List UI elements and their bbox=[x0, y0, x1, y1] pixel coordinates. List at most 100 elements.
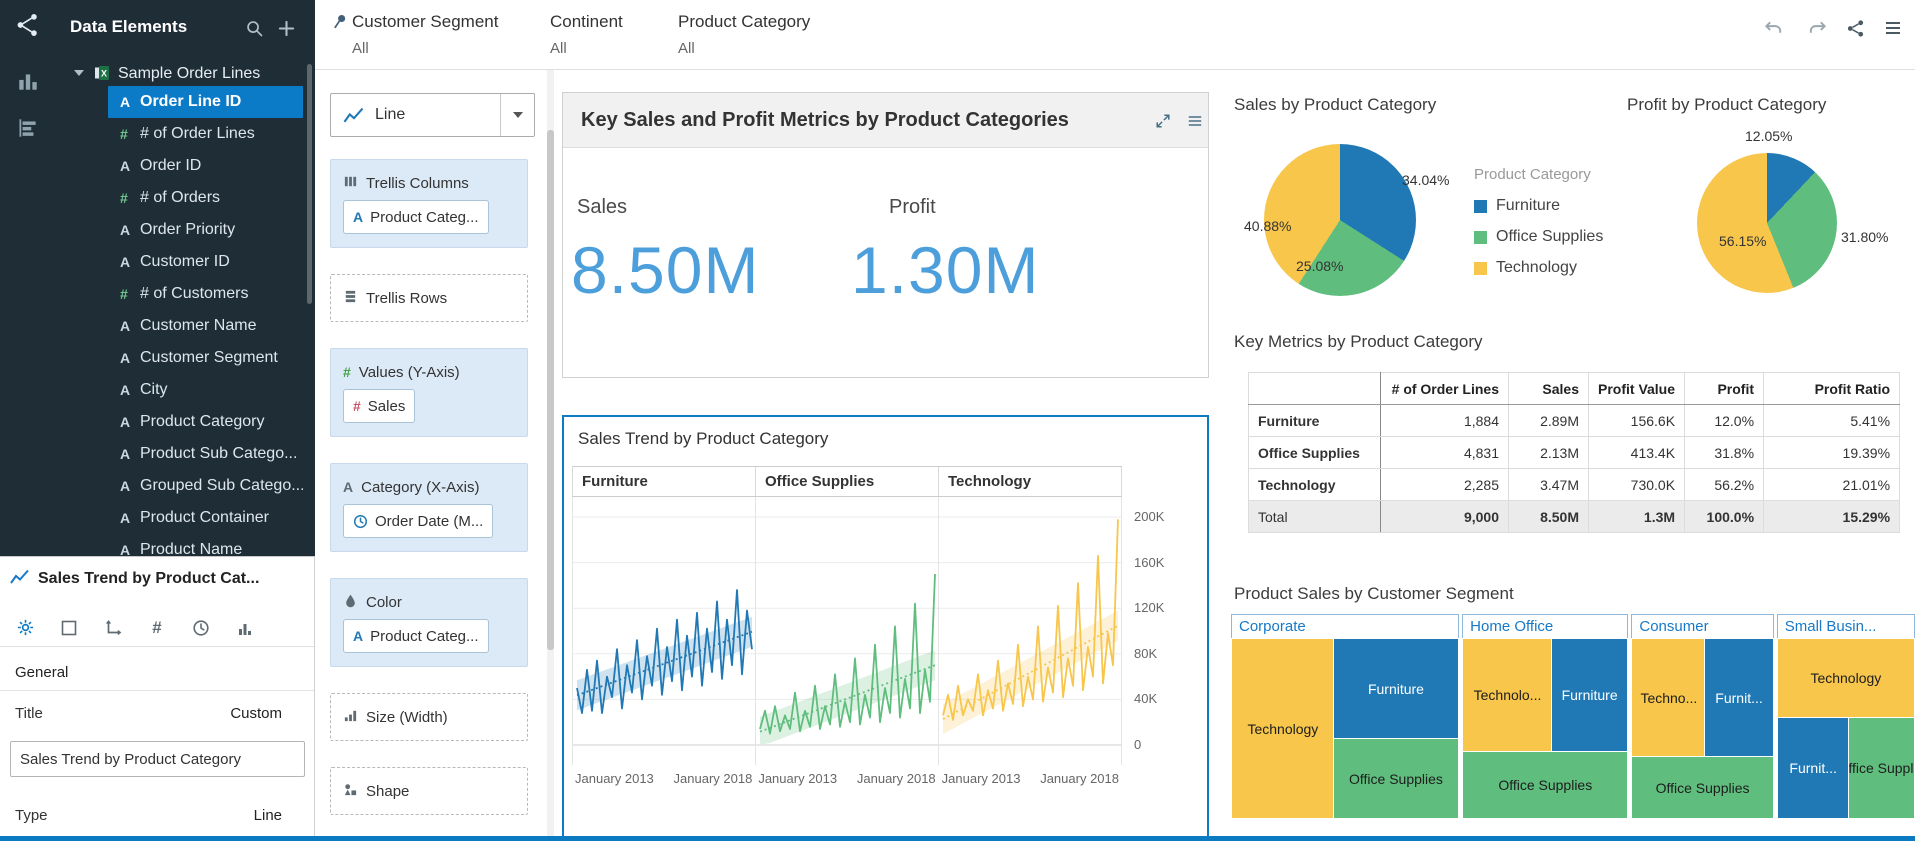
pill-product-categ[interactable]: AProduct Categ... bbox=[343, 619, 489, 653]
property-value-dropdown[interactable]: Custom bbox=[230, 705, 282, 722]
field-order-priority[interactable]: AOrder Priority bbox=[108, 214, 303, 246]
treemap-tile-technology[interactable]: Technology bbox=[1232, 639, 1334, 818]
treemap-tile-techno[interactable]: Techno... bbox=[1632, 639, 1705, 757]
trend-plot-furniture[interactable] bbox=[573, 497, 756, 765]
pill-product-categ[interactable]: AProduct Categ... bbox=[343, 200, 489, 234]
field-of-customers[interactable]: ## of Customers bbox=[108, 278, 303, 310]
visualizations-icon[interactable] bbox=[15, 69, 41, 96]
table-row-office-supplies[interactable]: Office Supplies4,8312.13M413.4K31.8%19.3… bbox=[1249, 437, 1900, 469]
frame-settings-icon[interactable] bbox=[58, 617, 80, 639]
trellis-column-headers: FurnitureOffice SuppliesTechnology bbox=[572, 466, 1122, 497]
field-label: # of Order Lines bbox=[140, 125, 255, 143]
treemap-tile-technology[interactable]: Technology bbox=[1778, 639, 1914, 718]
y-axis-tick: 160K bbox=[1134, 555, 1164, 570]
field-grouped-sub-catego[interactable]: AGrouped Sub Catego... bbox=[108, 470, 303, 502]
share-icon[interactable] bbox=[1843, 16, 1867, 40]
treemap-tile-technolo[interactable]: Technolo... bbox=[1463, 639, 1552, 752]
table-row-technology[interactable]: Technology2,2853.47M730.0K56.2%21.01% bbox=[1249, 469, 1900, 501]
measure-icon: # bbox=[120, 190, 140, 206]
general-settings-icon[interactable] bbox=[14, 617, 36, 639]
grammar-section-color[interactable]: ColorAProduct Categ... bbox=[330, 578, 528, 667]
legend-item-technology[interactable]: Technology bbox=[1474, 259, 1603, 277]
pill-sales[interactable]: #Sales bbox=[343, 389, 415, 423]
field-of-order-lines[interactable]: ## of Order Lines bbox=[108, 118, 303, 150]
table-row-furniture[interactable]: Furniture1,8842.89M156.6K12.0%5.41% bbox=[1249, 405, 1900, 437]
table-cell: 21.01% bbox=[1764, 469, 1900, 501]
filter-product-category[interactable]: Product CategoryAll bbox=[678, 12, 810, 57]
data-elements-panel: Data Elements X Sample Order Lines AOrde… bbox=[56, 0, 315, 556]
analytics-icon[interactable] bbox=[15, 116, 41, 143]
pill-order-date-m[interactable]: Order Date (M... bbox=[343, 504, 493, 538]
field-order-line-id[interactable]: AOrder Line ID bbox=[108, 86, 303, 118]
treemap-group-corporate[interactable]: CorporateTechnologyFurnitureOffice Suppl… bbox=[1231, 614, 1459, 819]
treemap-tile-office-supplies[interactable]: Office Supplies bbox=[1632, 757, 1772, 818]
filter-continent[interactable]: ContinentAll bbox=[550, 12, 623, 57]
legend-item-office-supplies[interactable]: Office Supplies bbox=[1474, 228, 1603, 246]
treemap-group-small-busin[interactable]: Small Busin...TechnologyFurnit...Office … bbox=[1777, 614, 1915, 819]
data-panel-scrollbar[interactable] bbox=[307, 64, 312, 304]
field-product-sub-catego[interactable]: AProduct Sub Catego... bbox=[108, 438, 303, 470]
trend-plot-technology[interactable] bbox=[939, 497, 1122, 765]
treemap-group-home-office[interactable]: Home OfficeTechnolo...FurnitureOffice Su… bbox=[1462, 614, 1628, 819]
treemap-group-consumer[interactable]: ConsumerTechno...Furnit...Office Supplie… bbox=[1631, 614, 1773, 819]
treemap-tile-furnit[interactable]: Furnit... bbox=[1778, 718, 1849, 818]
filter-label: Continent bbox=[550, 12, 623, 32]
menu-icon[interactable] bbox=[1881, 16, 1905, 40]
chart-type-dropdown[interactable]: Line bbox=[330, 93, 535, 137]
treemap-tile-label: Office Suppl... bbox=[1849, 760, 1914, 776]
pill-label: Sales bbox=[368, 398, 406, 415]
grammar-section-trellis-rows[interactable]: Trellis Rows bbox=[330, 274, 528, 322]
treemap-chart: CorporateTechnologyFurnitureOffice Suppl… bbox=[1231, 614, 1915, 819]
grammar-section-trellis-columns[interactable]: Trellis ColumnsAProduct Categ... bbox=[330, 159, 528, 248]
metrics-table[interactable]: # of Order LinesSalesProfit ValueProfitP… bbox=[1248, 372, 1900, 533]
field-label: Product Name bbox=[140, 541, 242, 556]
undo-icon[interactable] bbox=[1761, 16, 1785, 40]
redo-icon[interactable] bbox=[1805, 16, 1829, 40]
trend-tile-selected[interactable]: Sales Trend by Product Category Furnitur… bbox=[562, 415, 1209, 841]
table-row-total[interactable]: Total9,0008.50M1.3M100.0%15.29% bbox=[1249, 501, 1900, 533]
profit-pie-chart[interactable] bbox=[1697, 153, 1837, 293]
dataset-row[interactable]: X Sample Order Lines bbox=[56, 61, 315, 87]
search-icon[interactable] bbox=[246, 20, 263, 40]
maximize-icon[interactable] bbox=[1155, 113, 1171, 132]
grammar-section-size-width[interactable]: Size (Width) bbox=[330, 693, 528, 741]
grammar-section-values-y-axis[interactable]: #Values (Y-Axis)#Sales bbox=[330, 348, 528, 437]
field-city[interactable]: ACity bbox=[108, 374, 303, 406]
treemap-tile-furniture[interactable]: Furniture bbox=[1334, 639, 1458, 739]
title-text-input[interactable] bbox=[10, 741, 305, 777]
field-product-name[interactable]: AProduct Name bbox=[108, 534, 303, 556]
grammar-section-shape[interactable]: Shape bbox=[330, 767, 528, 815]
treemap-tile-furnit[interactable]: Furnit... bbox=[1705, 639, 1772, 757]
filter-customer-segment[interactable]: Customer SegmentAll bbox=[331, 12, 498, 57]
kpi-tile[interactable]: Key Sales and Profit Metrics by Product … bbox=[562, 92, 1209, 378]
field-product-category[interactable]: AProduct Category bbox=[108, 406, 303, 438]
values-settings-icon[interactable]: # bbox=[146, 617, 168, 639]
field-product-container[interactable]: AProduct Container bbox=[108, 502, 303, 534]
grammar-panel-scrollbar[interactable] bbox=[547, 70, 554, 841]
add-data-icon[interactable] bbox=[278, 20, 295, 40]
field-order-id[interactable]: AOrder ID bbox=[108, 150, 303, 182]
tile-menu-icon[interactable] bbox=[1187, 113, 1203, 132]
trellis-column-header-office-supplies: Office Supplies bbox=[756, 467, 939, 496]
field-of-orders[interactable]: ## of Orders bbox=[108, 182, 303, 214]
collapse-triangle-icon[interactable] bbox=[74, 70, 84, 76]
analytics-settings-icon[interactable] bbox=[234, 617, 256, 639]
scrollbar-thumb[interactable] bbox=[547, 130, 554, 650]
treemap-tile-office-supplies[interactable]: Office Supplies bbox=[1463, 752, 1627, 818]
axis-settings-icon[interactable] bbox=[102, 617, 124, 639]
treemap-tile-furniture[interactable]: Furniture bbox=[1552, 639, 1628, 752]
data-sources-icon[interactable] bbox=[15, 12, 41, 41]
grammar-section-category-x-axis[interactable]: ACategory (X-Axis)Order Date (M... bbox=[330, 463, 528, 552]
treemap-tile-office-suppl[interactable]: Office Suppl... bbox=[1849, 718, 1914, 818]
date-settings-icon[interactable] bbox=[190, 617, 212, 639]
y-axis-tick: 200K bbox=[1134, 509, 1164, 524]
table-cell: 8.50M bbox=[1509, 501, 1589, 533]
field-customer-id[interactable]: ACustomer ID bbox=[108, 246, 303, 278]
legend-item-furniture[interactable]: Furniture bbox=[1474, 197, 1603, 215]
field-label: Grouped Sub Catego... bbox=[140, 477, 303, 495]
field-customer-segment[interactable]: ACustomer Segment bbox=[108, 342, 303, 374]
treemap-tile-office-supplies[interactable]: Office Supplies bbox=[1334, 739, 1458, 818]
trend-plot-office-supplies[interactable] bbox=[756, 497, 939, 765]
property-value-dropdown[interactable]: Line bbox=[254, 807, 282, 824]
field-customer-name[interactable]: ACustomer Name bbox=[108, 310, 303, 342]
